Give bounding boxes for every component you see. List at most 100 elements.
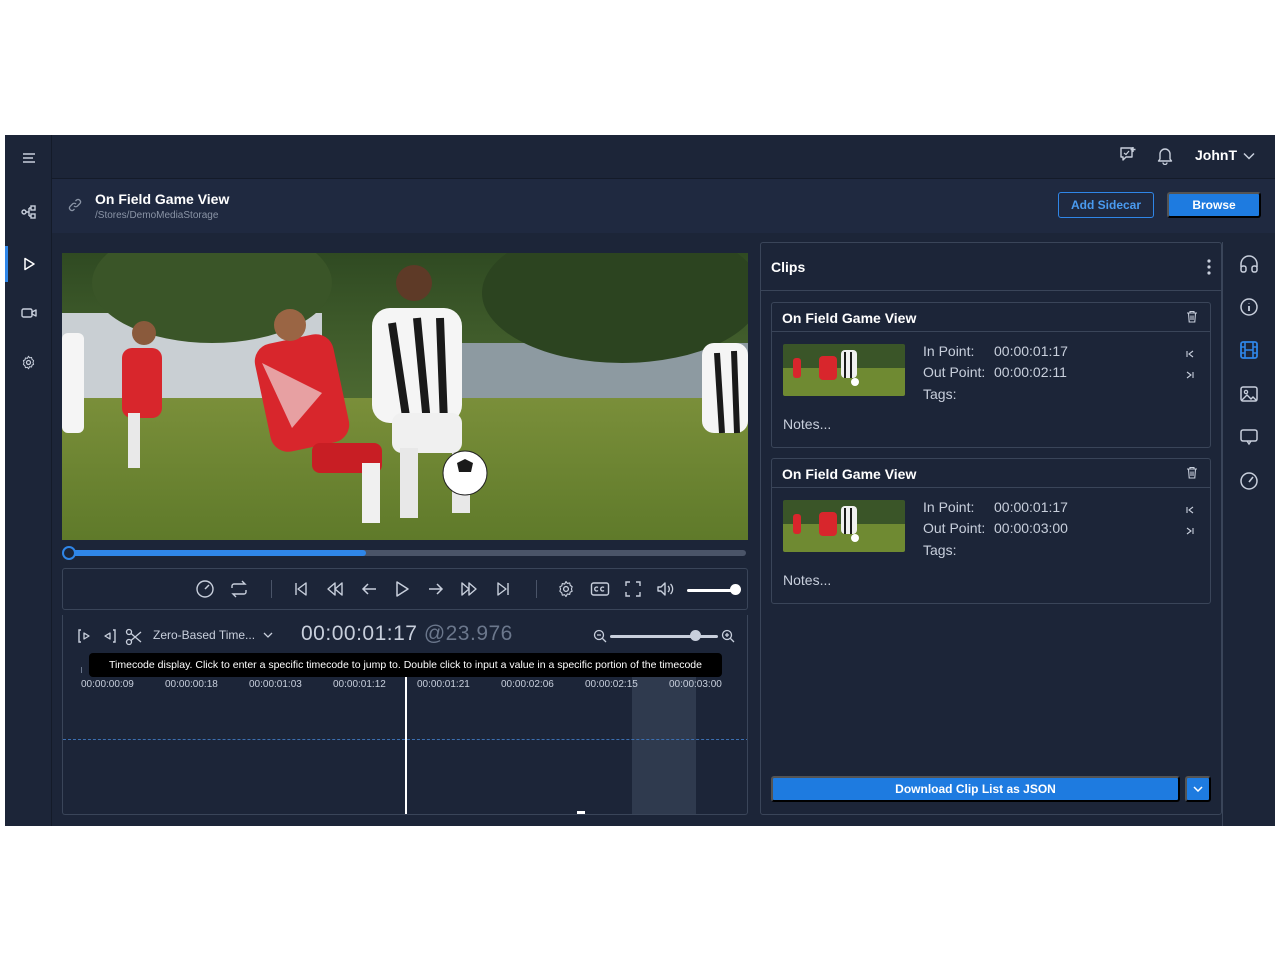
browse-button[interactable]: Browse (1167, 192, 1261, 218)
tags-label: Tags: (923, 542, 957, 558)
fullscreen-icon[interactable] (622, 578, 644, 600)
notes-field[interactable]: Notes... (783, 416, 831, 432)
scissors-icon[interactable] (125, 628, 143, 651)
seek-bar-fill (67, 550, 366, 556)
go-to-in-icon[interactable] (1186, 345, 1194, 363)
left-nav (5, 135, 52, 826)
play-icon[interactable] (5, 248, 52, 280)
frame-rate: @23.976 (423, 622, 513, 645)
camera-icon[interactable] (5, 297, 52, 329)
more-vertical-icon[interactable] (1207, 259, 1211, 280)
bell-icon[interactable] (1155, 145, 1175, 165)
username: JohnT (1195, 147, 1237, 163)
volume-icon[interactable] (655, 578, 677, 600)
timecode-mode-label: Zero-Based Time... (153, 628, 256, 642)
download-options-button[interactable] (1185, 776, 1211, 802)
zoom-in-icon[interactable] (721, 629, 735, 648)
go-to-out-icon[interactable] (1186, 366, 1194, 384)
mark-in-icon[interactable] (77, 628, 93, 649)
out-point-label: Out Point: (923, 520, 986, 536)
page-title: On Field Game View (95, 191, 230, 207)
clip-title: On Field Game View (782, 466, 917, 482)
in-point-label: In Point: (923, 499, 975, 515)
trash-icon[interactable] (1186, 466, 1198, 484)
in-point-label: In Point: (923, 343, 975, 359)
timecode-minutes[interactable]: 00 (332, 622, 356, 645)
frame-back-icon[interactable] (358, 578, 380, 600)
clip-thumbnail[interactable] (783, 344, 905, 396)
loop-icon[interactable] (228, 578, 250, 600)
play-button-icon[interactable] (391, 578, 413, 600)
settings-icon[interactable] (555, 578, 577, 600)
transport-controls (62, 568, 748, 610)
info-icon[interactable] (1236, 294, 1262, 320)
clip-card[interactable]: On Field Game View In Point: 00:00:01:17… (771, 458, 1211, 604)
fast-forward-icon[interactable] (458, 578, 480, 600)
seek-bar[interactable] (62, 546, 746, 560)
clip-thumbnail[interactable] (783, 500, 905, 552)
in-point-value[interactable]: 00:00:01:17 (994, 343, 1068, 359)
volume-slider-handle[interactable] (730, 584, 741, 595)
tags-label: Tags: (923, 386, 957, 402)
right-panel-tabs (1222, 242, 1275, 826)
clip-title: On Field Game View (782, 310, 917, 326)
user-menu[interactable]: JohnT (1195, 147, 1255, 163)
trash-icon[interactable] (1186, 310, 1198, 328)
go-to-in-icon[interactable] (1186, 501, 1194, 519)
skip-start-icon[interactable] (290, 578, 312, 600)
film-icon[interactable] (1236, 337, 1262, 363)
comment-icon[interactable] (1236, 424, 1262, 450)
timecode-seconds[interactable]: 01 (362, 622, 386, 645)
playhead[interactable] (405, 659, 407, 814)
chevron-down-icon (1193, 786, 1203, 792)
image-icon[interactable] (1236, 381, 1262, 407)
rewind-icon[interactable] (324, 578, 346, 600)
download-clip-list-button[interactable]: Download Clip List as JSON (771, 776, 1180, 802)
app-window: JohnT On Field Game View /Stores/DemoMed… (5, 135, 1275, 826)
divider (536, 580, 537, 598)
asset-header: On Field Game View /Stores/DemoMediaStor… (52, 179, 1275, 233)
go-to-out-icon[interactable] (1186, 522, 1194, 540)
seek-bar-handle[interactable] (62, 546, 76, 560)
ruler-label: 00:00:00:09 (81, 679, 134, 690)
gauge-icon[interactable] (1236, 468, 1262, 494)
top-bar: JohnT (52, 135, 1275, 179)
zoom-out-icon[interactable] (593, 629, 607, 648)
ruler-label: 00:00:00:18 (165, 679, 218, 690)
timecode-mode-select[interactable]: Zero-Based Time... (153, 628, 273, 642)
clip-card[interactable]: On Field Game View In Point: 00:00:01:17… (771, 302, 1211, 448)
chevron-down-icon (1243, 147, 1255, 163)
timecode-hours[interactable]: 00 (301, 622, 325, 645)
ruler-label: 00:00:01:21 (417, 679, 470, 690)
notes-field[interactable]: Notes... (783, 572, 831, 588)
feedback-icon[interactable] (1118, 145, 1138, 165)
speed-icon[interactable] (194, 578, 216, 600)
timecode-tooltip: Timecode display. Click to enter a speci… (89, 653, 722, 677)
clips-panel: Clips On Field Game View In Point: 00:00… (760, 242, 1222, 815)
out-point-value[interactable]: 00:00:02:11 (994, 364, 1067, 380)
out-point-value[interactable]: 00:00:03:00 (994, 520, 1068, 536)
clips-title: Clips (771, 259, 806, 275)
zoom-slider[interactable] (610, 635, 718, 638)
video-frame[interactable] (62, 253, 748, 540)
headphones-icon[interactable] (1236, 251, 1262, 277)
captions-icon[interactable] (589, 578, 611, 600)
add-sidecar-button[interactable]: Add Sidecar (1058, 192, 1154, 218)
clip-card-header: On Field Game View (772, 303, 1210, 332)
frame-forward-icon[interactable] (425, 578, 447, 600)
gear-icon[interactable] (5, 346, 52, 378)
ruler-tick (81, 667, 82, 673)
zoom-slider-handle[interactable] (690, 630, 701, 641)
in-point-value[interactable]: 00:00:01:17 (994, 499, 1068, 515)
divider (271, 580, 272, 598)
skip-end-icon[interactable] (492, 578, 514, 600)
workflow-icon[interactable] (5, 196, 52, 228)
out-point-label: Out Point: (923, 364, 986, 380)
mark-out-icon[interactable] (101, 628, 117, 649)
ruler-label: 00:00:02:15 (585, 679, 638, 690)
link-icon[interactable] (68, 198, 82, 217)
scroll-marker[interactable] (577, 811, 585, 814)
timecode-display[interactable]: 00:00:01:17 @23.976 (301, 622, 513, 646)
menu-icon[interactable] (5, 142, 52, 174)
timecode-frames[interactable]: 17 (393, 622, 417, 645)
